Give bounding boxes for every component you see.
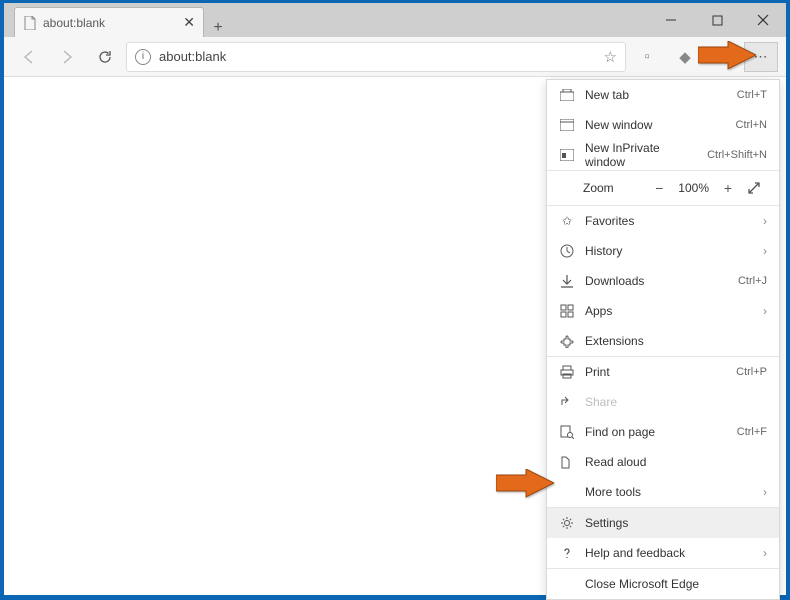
gear-icon bbox=[559, 515, 575, 531]
extensions-icon bbox=[559, 333, 575, 349]
page-icon bbox=[23, 16, 37, 30]
menu-item-new-window[interactable]: New window Ctrl+N bbox=[547, 110, 779, 140]
favorite-star-icon[interactable]: ☆ bbox=[604, 48, 617, 66]
tab-strip: about:blank ✕ + bbox=[4, 3, 648, 37]
fullscreen-button[interactable] bbox=[747, 181, 769, 195]
menu-item-downloads[interactable]: Downloads Ctrl+J bbox=[547, 266, 779, 296]
menu-item-favorites[interactable]: ✩ Favorites › bbox=[547, 206, 779, 236]
refresh-button[interactable] bbox=[88, 42, 122, 72]
menu-item-share: Share bbox=[547, 387, 779, 417]
maximize-button[interactable] bbox=[694, 3, 740, 37]
address-bar[interactable]: i about:blank ☆ bbox=[126, 42, 626, 72]
downloads-icon bbox=[559, 273, 575, 289]
chevron-right-icon: › bbox=[763, 304, 767, 318]
close-window-button[interactable] bbox=[740, 3, 786, 37]
page-content: New tab Ctrl+T New window Ctrl+N New InP… bbox=[4, 77, 786, 595]
zoom-value: 100% bbox=[678, 181, 709, 195]
new-window-icon bbox=[559, 117, 575, 133]
back-button[interactable] bbox=[12, 42, 46, 72]
close-tab-button[interactable]: ✕ bbox=[183, 14, 195, 31]
arrow-to-settings bbox=[496, 469, 554, 503]
help-icon bbox=[559, 545, 575, 561]
chevron-right-icon: › bbox=[763, 485, 767, 499]
share-icon bbox=[559, 394, 575, 410]
browser-window: about:blank ✕ + i bbox=[4, 3, 786, 595]
title-bar: about:blank ✕ + bbox=[4, 3, 786, 37]
minimize-button[interactable] bbox=[648, 3, 694, 37]
history-icon bbox=[559, 243, 575, 259]
menu-item-print[interactable]: Print Ctrl+P bbox=[547, 357, 779, 387]
menu-item-history[interactable]: History › bbox=[547, 236, 779, 266]
browser-tab[interactable]: about:blank ✕ bbox=[14, 7, 204, 37]
menu-item-find[interactable]: Find on page Ctrl+F bbox=[547, 417, 779, 447]
toolbar: i about:blank ☆ ▫ ◆ ★ ⋯ bbox=[4, 37, 786, 77]
chevron-right-icon: › bbox=[763, 214, 767, 228]
inprivate-icon bbox=[559, 147, 575, 163]
apps-icon bbox=[559, 303, 575, 319]
toolbar-extension-icon-1[interactable]: ▫ bbox=[630, 42, 664, 72]
settings-menu: New tab Ctrl+T New window Ctrl+N New InP… bbox=[546, 79, 780, 600]
menu-item-apps[interactable]: Apps › bbox=[547, 296, 779, 326]
menu-item-new-tab[interactable]: New tab Ctrl+T bbox=[547, 80, 779, 110]
tab-title: about:blank bbox=[43, 16, 105, 30]
zoom-in-button[interactable]: + bbox=[717, 180, 739, 196]
menu-item-read-aloud[interactable]: Read aloud bbox=[547, 447, 779, 477]
favorites-icon: ✩ bbox=[559, 213, 575, 229]
window-controls bbox=[648, 3, 786, 37]
menu-item-extensions[interactable]: Extensions bbox=[547, 326, 779, 356]
new-tab-icon bbox=[559, 87, 575, 103]
menu-item-settings[interactable]: Settings bbox=[547, 508, 779, 538]
menu-item-more-tools[interactable]: More tools › bbox=[547, 477, 779, 507]
print-icon bbox=[559, 364, 575, 380]
site-info-icon[interactable]: i bbox=[135, 49, 151, 65]
menu-item-help[interactable]: Help and feedback › bbox=[547, 538, 779, 568]
zoom-out-button[interactable]: − bbox=[648, 180, 670, 196]
find-icon bbox=[559, 424, 575, 440]
address-text: about:blank bbox=[159, 49, 226, 64]
menu-item-close-edge[interactable]: Close Microsoft Edge bbox=[547, 569, 779, 599]
menu-item-new-inprivate[interactable]: New InPrivate window Ctrl+Shift+N bbox=[547, 140, 779, 170]
new-tab-button[interactable]: + bbox=[204, 19, 232, 37]
chevron-right-icon: › bbox=[763, 244, 767, 258]
read-aloud-icon bbox=[559, 454, 575, 470]
chevron-right-icon: › bbox=[763, 546, 767, 560]
menu-item-zoom: Zoom − 100% + bbox=[547, 171, 779, 205]
arrow-to-more-button bbox=[698, 41, 756, 75]
toolbar-extension-icon-2[interactable]: ◆ bbox=[668, 42, 702, 72]
forward-button[interactable] bbox=[50, 42, 84, 72]
